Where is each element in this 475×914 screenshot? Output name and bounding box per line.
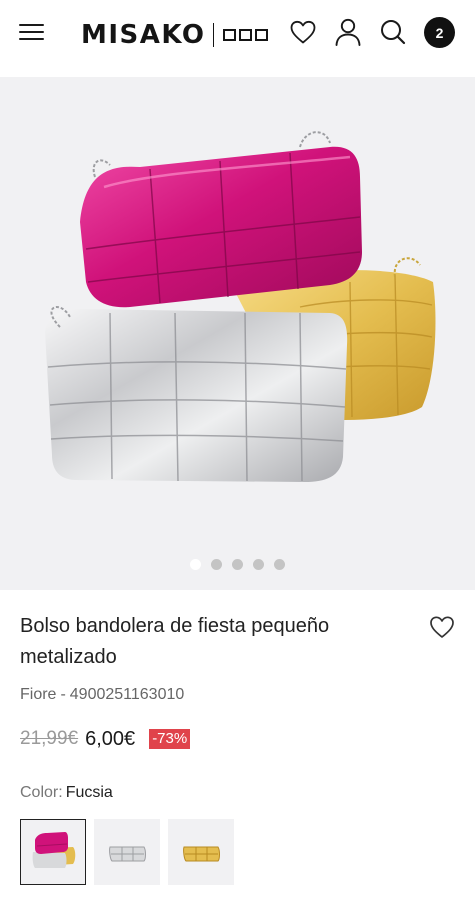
account-button[interactable]	[334, 17, 362, 47]
product-brand: Fiore	[20, 686, 57, 703]
discount-badge: -73%	[149, 729, 191, 749]
color-label: Color:	[20, 784, 63, 801]
color-value: Fucsia	[65, 784, 113, 801]
menu-icon-line	[19, 38, 44, 40]
search-button[interactable]	[379, 17, 407, 47]
gallery-dot[interactable]	[190, 559, 201, 570]
brand-logo[interactable]: MISAKO	[81, 18, 269, 52]
reference-number: 4900251163010	[69, 686, 185, 703]
product-image	[45, 131, 436, 482]
add-to-wishlist-button[interactable]	[428, 614, 456, 640]
price-row: 21,99€ 6,00€ -73%	[20, 726, 191, 752]
color-swatches	[20, 819, 234, 885]
menu-icon-line	[19, 31, 44, 33]
search-icon	[381, 20, 406, 45]
product-title: Bolso bandolera de fiesta pequeño metali…	[20, 615, 330, 668]
menu-button[interactable]	[19, 22, 45, 42]
logo-squares-icon	[223, 29, 269, 41]
brand-name: MISAKO	[81, 20, 206, 50]
menu-icon-line	[19, 24, 44, 26]
heart-icon	[430, 616, 454, 638]
gallery-pagination	[0, 559, 475, 571]
gallery-dot[interactable]	[253, 559, 264, 570]
swatch-image	[183, 846, 220, 862]
swatch-oro[interactable]	[168, 819, 234, 885]
product-gallery[interactable]	[0, 77, 475, 590]
gallery-dot[interactable]	[232, 559, 243, 570]
cart-badge[interactable]: 2	[424, 17, 455, 48]
current-price: 6,00€	[85, 727, 136, 750]
gallery-dot[interactable]	[274, 559, 285, 570]
wishlist-button[interactable]	[289, 17, 317, 47]
product-reference: Fiore - 4900251163010	[20, 686, 184, 704]
user-icon	[335, 18, 361, 46]
reference-separator: -	[60, 686, 66, 703]
logo-divider	[213, 23, 215, 47]
heart-icon	[290, 20, 316, 44]
swatch-plata[interactable]	[94, 819, 160, 885]
swatch-image	[109, 846, 146, 862]
swatch-image	[32, 832, 76, 868]
gallery-dot[interactable]	[211, 559, 222, 570]
swatch-fucsia[interactable]	[20, 819, 86, 885]
color-selection: Color: Fucsia	[20, 784, 113, 802]
header: MISAKO 2	[0, 0, 475, 70]
old-price: 21,99€	[20, 728, 79, 749]
